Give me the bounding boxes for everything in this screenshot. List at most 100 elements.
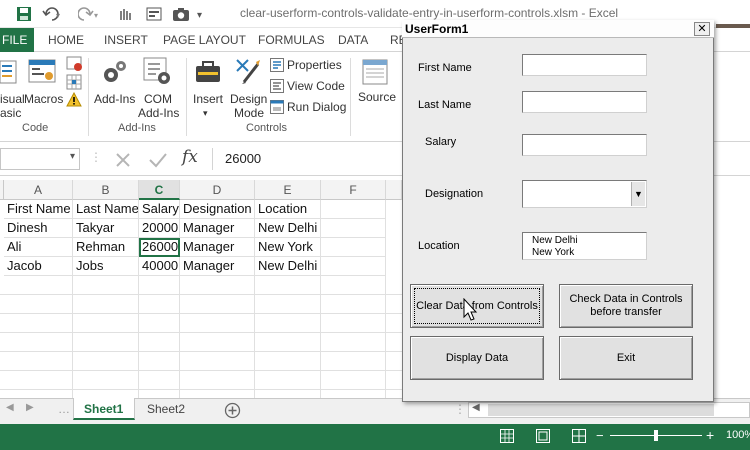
cell-a2[interactable]: Dinesh <box>4 219 73 238</box>
macro-security-icon[interactable] <box>66 92 82 108</box>
designation-combobox[interactable]: ▼ <box>522 180 647 208</box>
macros-button[interactable]: Macros <box>24 92 63 106</box>
horizontal-scroll-thumb[interactable] <box>488 404 714 416</box>
last-name-input[interactable] <box>522 91 647 113</box>
column-header-g[interactable] <box>386 180 402 200</box>
tab-split-handle[interactable]: ⋮ <box>454 402 466 416</box>
tab-home[interactable]: HOME <box>48 33 84 47</box>
list-item-new-york[interactable]: New York <box>532 247 574 258</box>
relative-references-icon[interactable] <box>66 74 82 90</box>
tab-data[interactable]: DATA <box>338 33 368 47</box>
add-ins-button[interactable]: Add-Ins <box>94 92 135 106</box>
properties-icon[interactable] <box>270 58 284 72</box>
cell-b4[interactable]: Jobs <box>73 257 139 276</box>
exit-button[interactable]: Exit <box>559 336 693 380</box>
touch-mode-icon[interactable] <box>116 6 134 22</box>
insert-controls-button[interactable]: Insert <box>193 92 223 106</box>
cell-f3[interactable] <box>321 238 386 257</box>
column-header-a[interactable]: A <box>4 180 73 200</box>
cancel-entry-icon[interactable] <box>114 151 132 169</box>
view-code-icon[interactable] <box>270 79 284 93</box>
cell-f2[interactable] <box>321 219 386 238</box>
visual-basic-label-1[interactable]: isual <box>0 92 25 106</box>
page-layout-view-icon[interactable] <box>536 429 550 443</box>
visual-basic-label-2[interactable]: asic <box>0 106 21 120</box>
name-box-dropdown-icon[interactable]: ▾ <box>70 151 75 162</box>
cell-c2[interactable]: 20000 <box>139 219 180 238</box>
scroll-sheets-left-icon[interactable]: ◀ <box>6 402 14 413</box>
cell-a4[interactable]: Jacob <box>4 257 73 276</box>
customize-toolbar-icon[interactable]: ▾ <box>196 6 208 22</box>
design-mode-icon[interactable] <box>234 56 262 86</box>
save-icon[interactable] <box>16 6 32 22</box>
design-mode-label-1[interactable]: Design <box>230 92 267 106</box>
empty-grid-area[interactable] <box>0 276 402 398</box>
camera-icon[interactable] <box>172 6 190 22</box>
cell-a3[interactable]: Ali <box>4 238 73 257</box>
macros-icon[interactable] <box>28 58 56 86</box>
com-add-ins-icon[interactable] <box>142 56 172 86</box>
scroll-left-arrow-icon[interactable]: ◀ <box>472 402 480 413</box>
redo-icon[interactable]: ▾ <box>78 6 100 22</box>
cell-d1[interactable]: Designation <box>180 200 255 219</box>
cell-d2[interactable]: Manager <box>180 219 255 238</box>
sheet-tab-overflow[interactable]: … <box>58 402 70 416</box>
cell-b2[interactable]: Takyar <box>73 219 139 238</box>
tab-insert[interactable]: INSERT <box>104 33 148 47</box>
insert-controls-icon[interactable] <box>194 58 222 86</box>
cell-b1[interactable]: Last Name <box>73 200 139 219</box>
source-icon[interactable] <box>362 58 388 86</box>
page-break-view-icon[interactable] <box>572 429 586 443</box>
zoom-in-icon[interactable]: + <box>706 427 714 443</box>
new-sheet-icon[interactable] <box>224 402 241 419</box>
design-mode-label-2[interactable]: Mode <box>234 106 264 120</box>
check-data-button[interactable]: Check Data in Controls before transfer <box>559 284 693 328</box>
name-box[interactable]: ▾ <box>0 148 80 170</box>
tab-formulas[interactable]: FORMULAS <box>258 33 325 47</box>
cell-c4[interactable]: 40000 <box>139 257 180 276</box>
tab-file[interactable]: FILE <box>0 28 34 52</box>
com-add-ins-label-2[interactable]: Add-Ins <box>138 106 179 120</box>
zoom-slider-thumb[interactable] <box>654 430 658 441</box>
cell-d4[interactable]: Manager <box>180 257 255 276</box>
view-code-button[interactable]: View Code <box>287 79 345 93</box>
source-button[interactable]: Source <box>358 90 396 104</box>
run-dialog-button[interactable]: Run Dialog <box>287 100 346 114</box>
insert-dropdown-icon[interactable]: ▾ <box>203 108 208 119</box>
cell-b3[interactable]: Rehman <box>73 238 139 257</box>
column-header-b[interactable]: B <box>73 180 139 200</box>
cell-f1[interactable] <box>321 200 386 219</box>
tab-page-layout[interactable]: PAGE LAYOUT <box>163 33 246 47</box>
first-name-input[interactable] <box>522 54 647 76</box>
sheet-tab-sheet1[interactable]: Sheet1 <box>73 398 135 420</box>
zoom-level[interactable]: 100% <box>726 429 750 441</box>
column-header-d[interactable]: D <box>180 180 255 200</box>
column-header-e[interactable]: E <box>255 180 321 200</box>
list-item-new-delhi[interactable]: New Delhi <box>532 235 578 246</box>
visual-basic-icon[interactable] <box>0 58 18 86</box>
cell-c3-selected[interactable]: 26000 <box>139 238 180 257</box>
cell-d3[interactable]: Manager <box>180 238 255 257</box>
cell-f4[interactable] <box>321 257 386 276</box>
cell-c1[interactable]: Salary <box>139 200 180 219</box>
cell-e3[interactable]: New York <box>255 238 321 257</box>
insert-function-icon[interactable]: fx <box>182 147 198 167</box>
cell-e1[interactable]: Location <box>255 200 321 219</box>
record-macro-icon[interactable] <box>66 56 82 72</box>
cell-e2[interactable]: New Delhi <box>255 219 321 238</box>
salary-input[interactable] <box>522 134 647 156</box>
location-listbox[interactable]: New Delhi New York <box>522 232 647 260</box>
add-ins-gear-icon[interactable] <box>100 58 128 88</box>
userform-close-button[interactable]: ✕ <box>694 22 710 36</box>
scroll-sheets-right-icon[interactable]: ▶ <box>26 402 34 413</box>
undo-icon[interactable]: ▾ <box>42 6 64 22</box>
zoom-out-icon[interactable]: − <box>596 428 604 443</box>
com-add-ins-label-1[interactable]: COM <box>144 92 172 106</box>
column-header-c[interactable]: C <box>139 180 180 200</box>
properties-button[interactable]: Properties <box>287 58 342 72</box>
display-data-button[interactable]: Display Data <box>410 336 544 380</box>
cell-a1[interactable]: First Name <box>4 200 73 219</box>
column-header-f[interactable]: F <box>321 180 386 200</box>
normal-view-icon[interactable] <box>500 429 514 443</box>
run-dialog-icon[interactable] <box>270 100 284 114</box>
